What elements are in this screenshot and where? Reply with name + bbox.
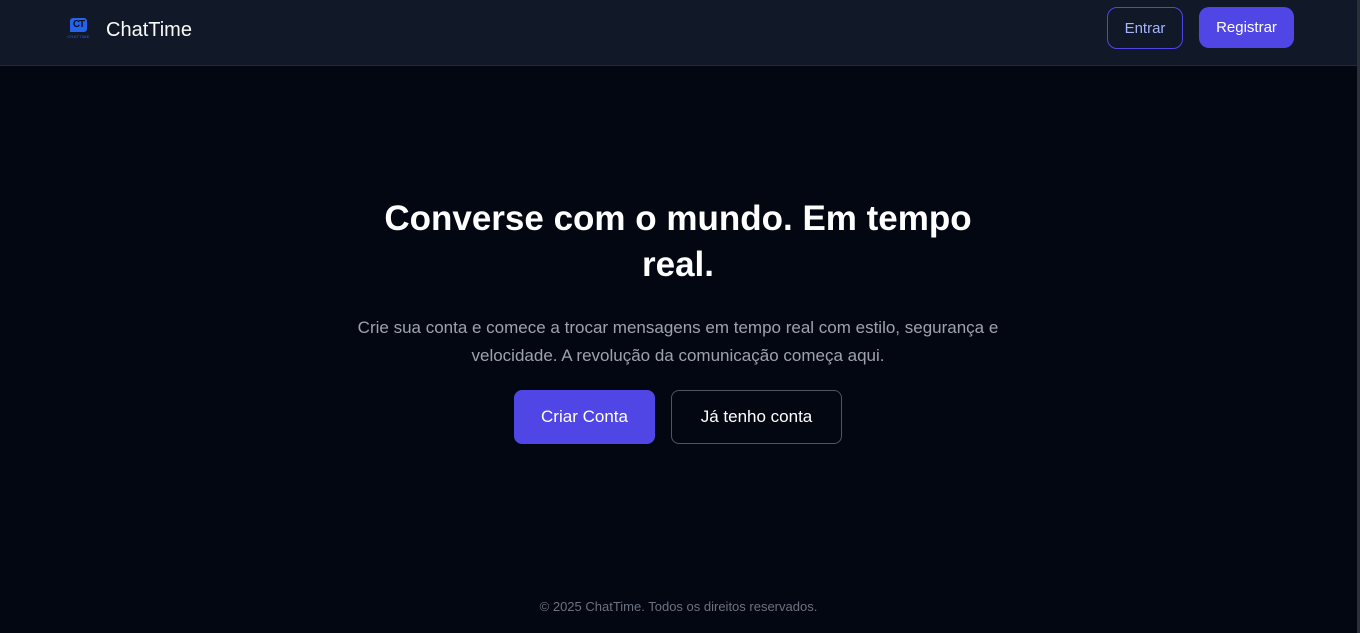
have-account-button[interactable]: Já tenho conta xyxy=(671,390,842,444)
hero-actions: Criar Conta Já tenho conta xyxy=(514,390,842,444)
logo-subtext: CHATTIME xyxy=(67,34,90,39)
footer-copyright: © 2025 ChatTime. Todos os direitos reser… xyxy=(539,599,818,614)
create-account-button[interactable]: Criar Conta xyxy=(514,390,655,444)
chattime-logo-icon: CT CHATTIME xyxy=(66,18,91,42)
login-button[interactable]: Entrar xyxy=(1107,7,1183,49)
logo-mark: CT xyxy=(70,18,87,32)
hero-title: Converse com o mundo. Em tempo real. xyxy=(384,199,972,284)
brand-name: ChatTime xyxy=(106,19,192,41)
hero-section: Converse com o mundo. Em tempo real. Cri… xyxy=(330,196,1026,370)
hero-subtitle: Crie sua conta e comece a trocar mensage… xyxy=(357,318,999,365)
top-navbar: CT CHATTIME ChatTime Entrar Registrar xyxy=(0,0,1357,66)
register-button[interactable]: Registrar xyxy=(1199,7,1294,48)
brand[interactable]: CT CHATTIME ChatTime xyxy=(66,16,192,44)
